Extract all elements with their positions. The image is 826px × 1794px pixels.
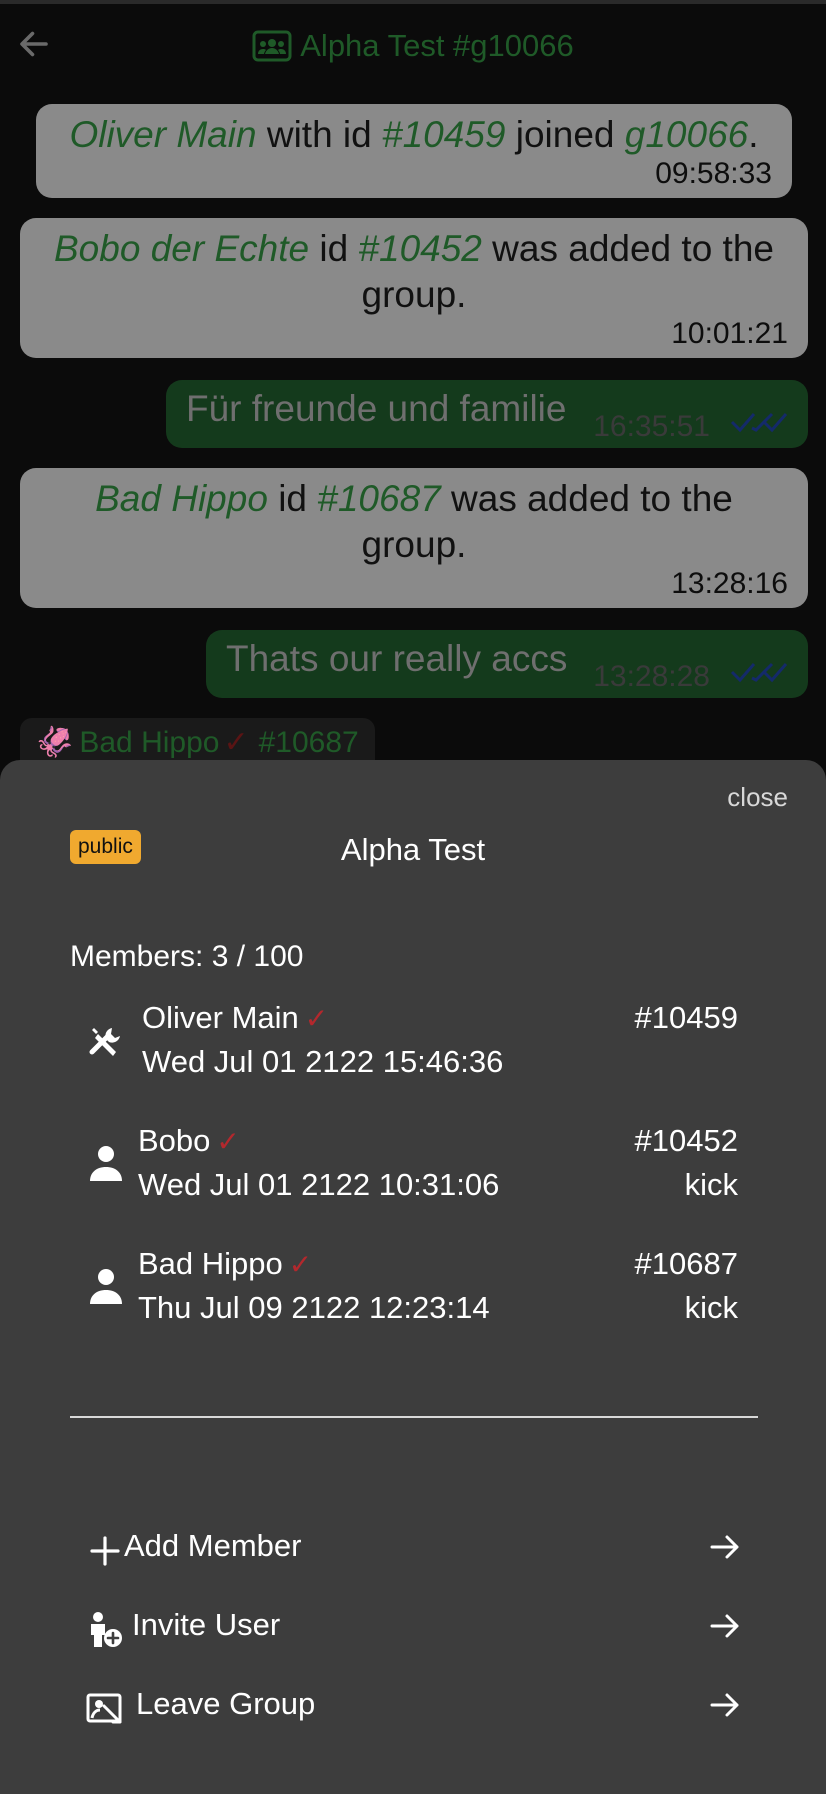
system-message: Bad Hippo id #10687 was added to the gro… [20, 468, 808, 608]
divider [70, 1416, 758, 1418]
arrow-right-icon [710, 1614, 739, 1638]
verified-check-icon: ✓ [304, 1003, 329, 1034]
own-message[interactable]: Für freunde und familie 16:35:51 [166, 380, 808, 448]
action-label: Add Member [124, 1528, 302, 1563]
kick-button[interactable]: kick [685, 1290, 738, 1326]
message-time: 10:01:21 [671, 317, 788, 350]
message-text: joined [505, 114, 625, 155]
member-joined-date: Wed Jul 01 2122 15:46:36 [142, 1044, 504, 1079]
member-joined-date: Wed Jul 01 2122 10:31:06 [138, 1167, 500, 1202]
plus-icon [90, 1536, 120, 1566]
verified-check-icon: ✓ [216, 1126, 240, 1157]
chat-title: Alpha Test #g10066 [0, 28, 826, 64]
invite-user-button[interactable]: Invite User [86, 1605, 742, 1655]
verified-check-icon: ✓ [288, 1249, 313, 1280]
member-row[interactable]: Bad Hippo ✓ Thu Jul 09 2122 12:23:14 #106… [86, 1246, 738, 1336]
leave-group-button[interactable]: Leave Group [86, 1684, 742, 1734]
chat-header: Alpha Test #g10066 [0, 0, 826, 88]
sender-emoji: 🦑 [36, 726, 74, 759]
user-link[interactable]: Bad Hippo [95, 478, 268, 519]
message-text: Thats our really accs [226, 638, 568, 679]
message-text: Für freunde und familie [186, 388, 567, 429]
group-info-sheet: close public Alpha Test Members: 3 / 100… [0, 760, 826, 1794]
member-id: #10687 [634, 1246, 738, 1281]
message-time: 16:35:51 [593, 410, 710, 443]
sender-chip[interactable]: 🦑 Bad Hippo ✓ #10687 [20, 718, 375, 762]
user-link[interactable]: Oliver Main [69, 114, 256, 155]
arrow-right-icon [710, 1693, 739, 1717]
member-name-text: Bobo [138, 1123, 211, 1158]
own-message[interactable]: Thats our really accs 13:28:28 [206, 630, 808, 698]
admin-tools-icon [89, 1028, 120, 1056]
message-text: . [748, 114, 759, 155]
sender-id: #10687 [258, 726, 359, 759]
person-add-icon [91, 1612, 122, 1647]
action-label: Leave Group [136, 1686, 316, 1721]
member-name: Oliver Main ✓ [142, 1000, 328, 1036]
member-id: #10452 [634, 1123, 738, 1158]
close-button[interactable]: close [727, 782, 788, 813]
group-link[interactable]: g10066 [625, 114, 748, 155]
system-message: Bobo der Echte id #10452 was added to th… [20, 218, 808, 358]
group-card-icon [252, 30, 292, 62]
message-text: id [309, 228, 359, 269]
double-check-icon [730, 412, 788, 433]
arrow-right-icon [710, 1535, 739, 1559]
person-icon [90, 1146, 122, 1181]
message-time: 09:58:33 [655, 157, 772, 190]
member-joined-date: Thu Jul 09 2122 12:23:14 [138, 1290, 490, 1325]
message-text: id [267, 478, 318, 519]
member-row[interactable]: Oliver Main ✓ Wed Jul 01 2122 15:46:36 #1… [86, 1000, 738, 1090]
system-message: Oliver Main with id #10459 joined g10066… [36, 104, 792, 198]
message-time: 13:28:16 [671, 567, 788, 600]
leave-group-icon [86, 1693, 122, 1724]
member-name-text: Oliver Main [142, 1000, 299, 1035]
message-time: 13:28:28 [593, 660, 710, 693]
member-name-text: Bad Hippo [138, 1246, 283, 1281]
double-check-icon [730, 662, 788, 683]
verified-check-icon: ✓ [223, 726, 249, 759]
id-link[interactable]: #10459 [382, 114, 505, 155]
member-name: Bad Hippo ✓ [138, 1246, 312, 1282]
id-link[interactable]: #10687 [317, 478, 440, 519]
add-member-button[interactable]: Add Member [86, 1526, 742, 1576]
member-id: #10459 [634, 1000, 738, 1035]
chat-title-text: Alpha Test #g10066 [300, 28, 574, 63]
sender-name: Bad Hippo [79, 726, 220, 759]
members-count: Members: 3 / 100 [70, 940, 304, 973]
user-link[interactable]: Bobo der Echte [54, 228, 309, 269]
member-name: Bobo ✓ [138, 1123, 240, 1159]
kick-button[interactable]: kick [685, 1167, 738, 1203]
action-label: Invite User [132, 1607, 281, 1642]
member-row[interactable]: Bobo ✓ Wed Jul 01 2122 10:31:06 #10452 ki… [86, 1123, 738, 1213]
group-name: Alpha Test [340, 832, 486, 867]
id-link[interactable]: #10452 [358, 228, 481, 269]
person-icon [90, 1269, 122, 1304]
message-text: with id [256, 114, 382, 155]
